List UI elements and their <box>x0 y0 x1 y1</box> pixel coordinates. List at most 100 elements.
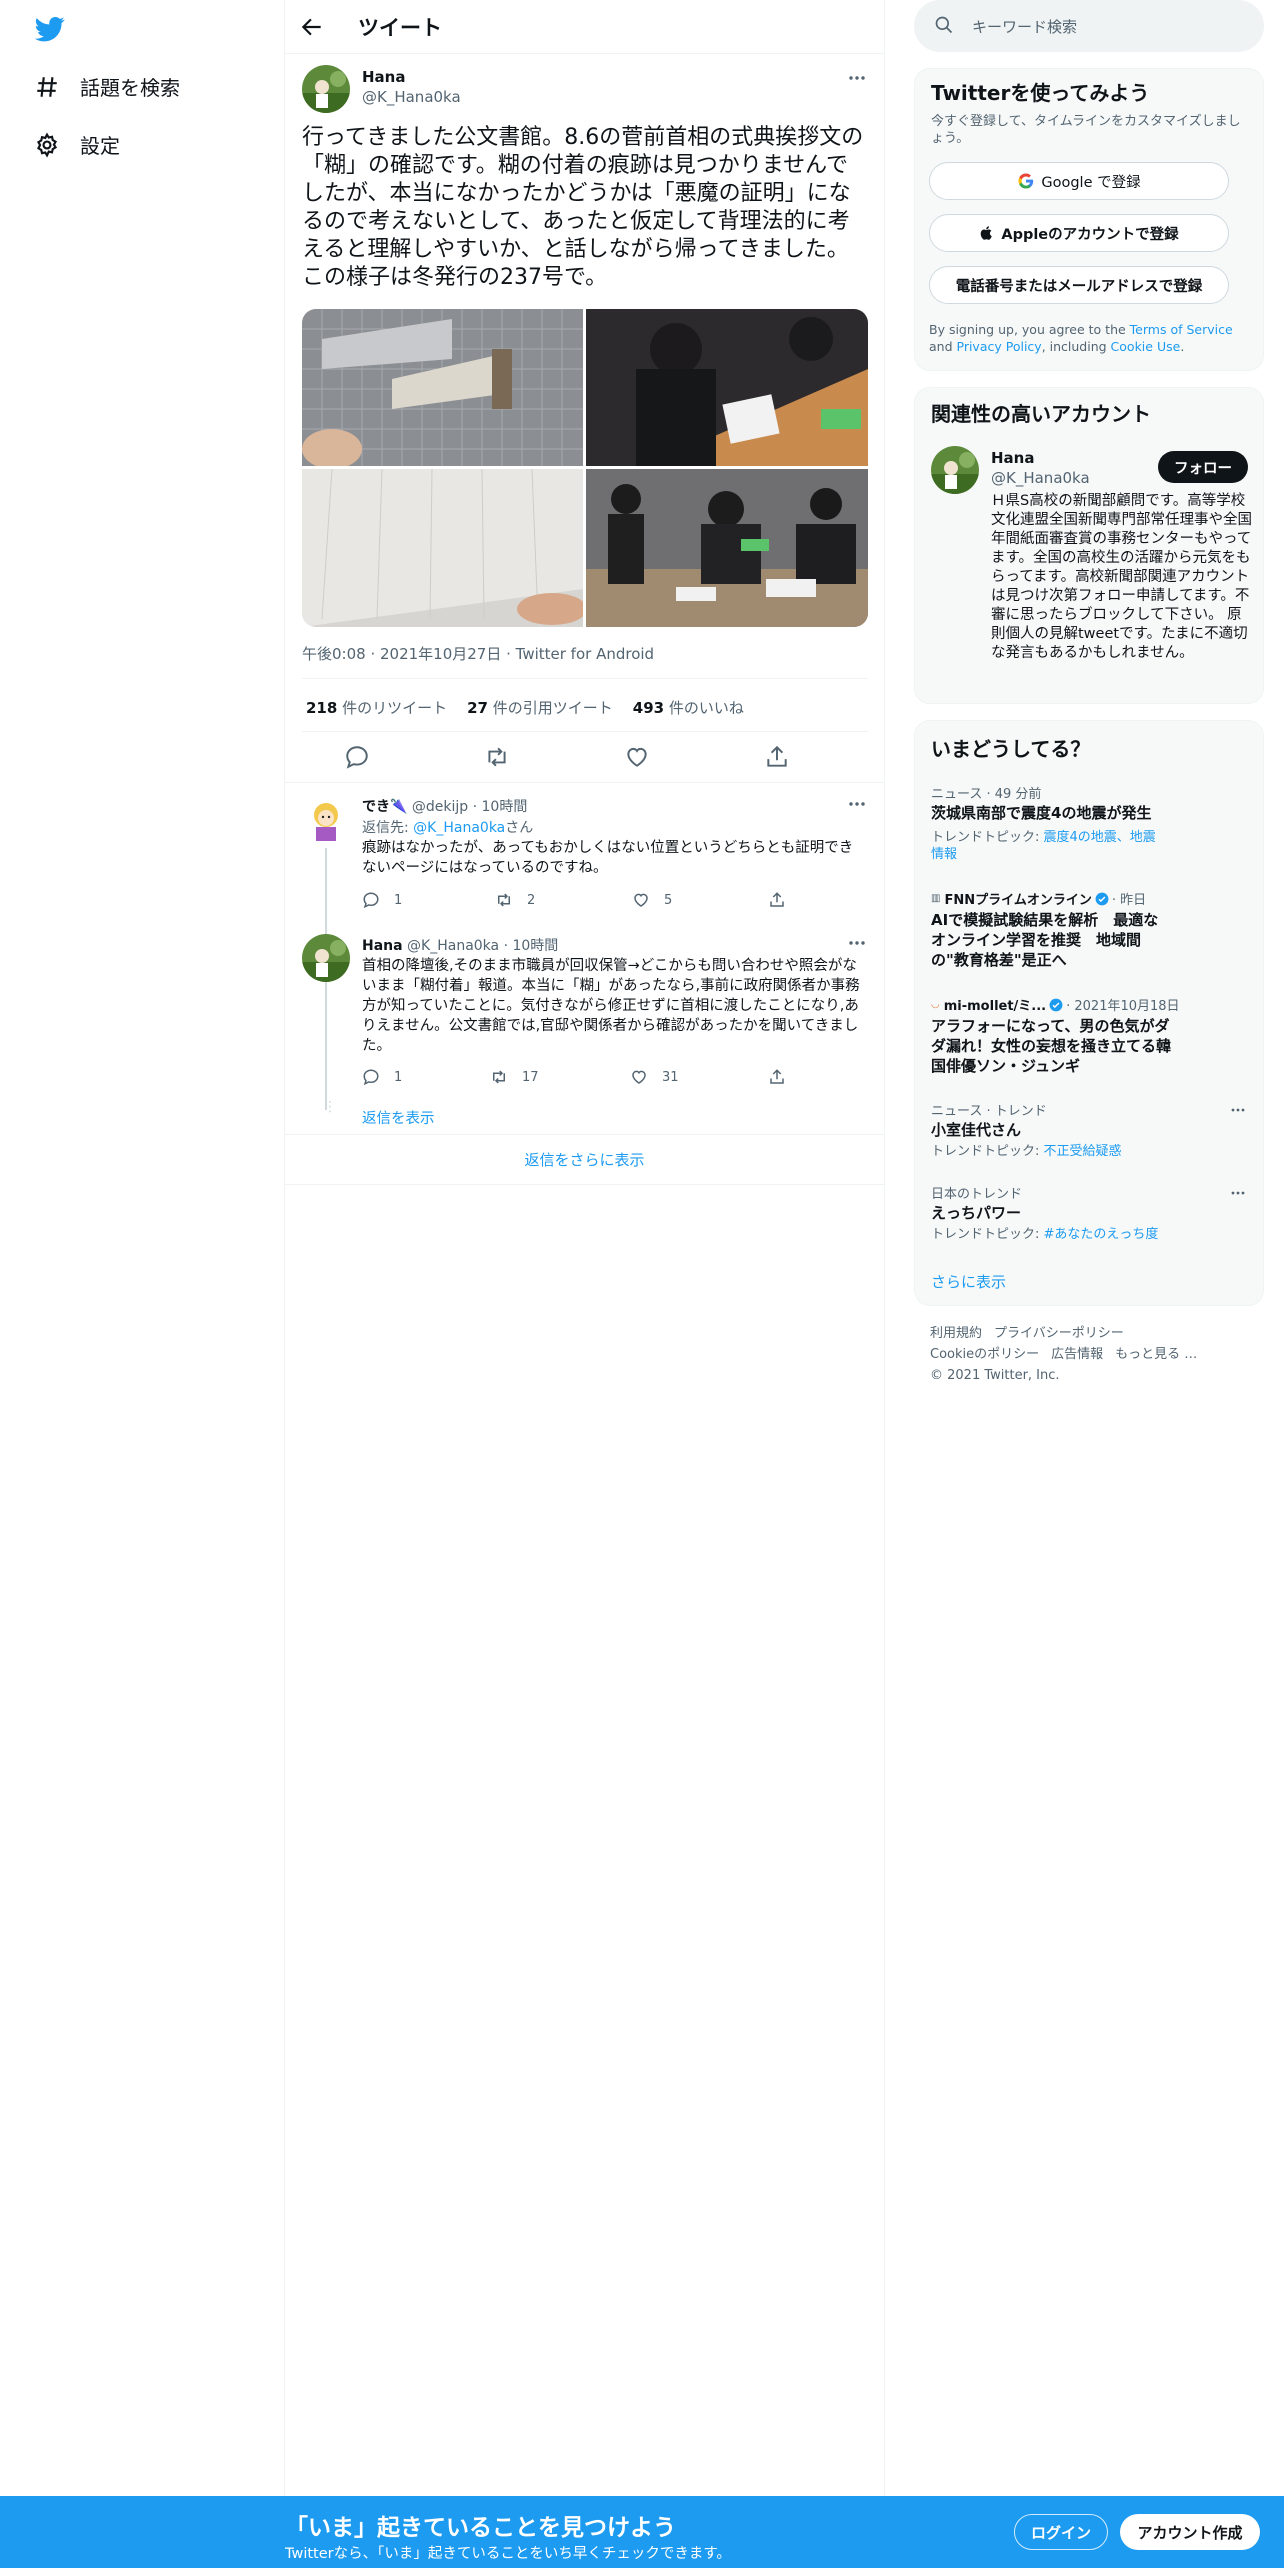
retweet-button[interactable]: 17 <box>490 1068 539 1086</box>
divider <box>302 731 868 732</box>
tweet-media-grid <box>302 309 868 627</box>
reply-button[interactable]: 1 <box>362 1068 402 1086</box>
follow-button[interactable]: フォロー <box>1158 451 1248 483</box>
reply-author-name[interactable]: でき🌂 <box>362 799 407 815</box>
footer-link-ads[interactable]: 広告情報 <box>1051 1347 1103 1362</box>
reply-time[interactable]: · 10時間 <box>504 938 559 954</box>
footer-link-cookie[interactable]: Cookieのポリシー <box>930 1347 1039 1362</box>
reply-author-name[interactable]: Hana <box>362 938 403 954</box>
terms-of-service-link[interactable]: Terms of Service <box>1130 322 1233 337</box>
divider <box>285 782 884 783</box>
login-button[interactable]: ログイン <box>1014 2514 1108 2550</box>
apple-signup-button[interactable]: Appleのアカウントで登録 <box>929 214 1229 252</box>
create-account-button[interactable]: アカウント作成 <box>1120 2514 1260 2550</box>
divider <box>285 1134 884 1135</box>
signup-terms: By signing up, you agree to the Terms of… <box>929 322 1233 354</box>
more-options-icon[interactable] <box>1228 1100 1248 1120</box>
privacy-policy-link[interactable]: Privacy Policy <box>957 339 1042 354</box>
google-icon <box>1018 173 1034 189</box>
left-navigation: 話題を検索 設定 <box>0 0 285 2568</box>
tweet-photo-2[interactable] <box>586 309 868 466</box>
reply-to-handle[interactable]: @K_Hana0ka <box>413 820 505 836</box>
divider <box>302 678 868 679</box>
more-options-icon[interactable] <box>845 66 869 90</box>
signup-card: Twitterを使ってみよう 今すぐ登録して、タイムラインをカスタマイズしましょ… <box>914 68 1264 371</box>
photo-students-reading <box>586 309 868 466</box>
nav-settings-label: 設定 <box>80 134 120 158</box>
like-button[interactable]: 5 <box>632 891 672 909</box>
reply-avatar[interactable] <box>302 934 350 982</box>
show-replies-link[interactable]: 返信を表示 <box>362 1107 435 1128</box>
nav-explore[interactable]: 話題を検索 <box>34 72 180 101</box>
twitter-logo-icon[interactable] <box>32 14 68 44</box>
back-arrow-icon[interactable] <box>299 14 325 40</box>
nav-settings[interactable]: 設定 <box>34 130 120 159</box>
retweet-button[interactable]: 2 <box>495 891 535 909</box>
avatar-image <box>931 446 979 494</box>
more-options-icon[interactable] <box>845 792 869 816</box>
verified-badge-icon <box>1049 998 1063 1011</box>
related-account-avatar[interactable] <box>931 446 979 494</box>
reply-header: でき🌂 @dekijp · 10時間 <box>362 796 527 816</box>
cookie-use-link[interactable]: Cookie Use <box>1111 339 1181 354</box>
more-options-icon[interactable] <box>1228 1183 1248 1203</box>
reply-text: 首相の降壇後,そのまま市職員が回収保管→どこからも問い合わせや照会がないまま「糊… <box>362 958 860 1054</box>
show-more-trends-link[interactable]: さらに表示 <box>931 1271 1006 1292</box>
reply-icon[interactable] <box>344 744 370 770</box>
google-signup-button[interactable]: Google で登録 <box>929 162 1229 200</box>
show-more-replies-button[interactable]: 返信をさらに表示 <box>285 1149 884 1170</box>
reply-author-handle[interactable]: @dekijp <box>412 799 468 815</box>
reply-author-handle[interactable]: @K_Hana0ka <box>407 938 499 954</box>
footer-link-more[interactable]: もっと見る … <box>1115 1347 1197 1362</box>
tweet-photo-3[interactable] <box>302 469 583 627</box>
tweet-photo-1[interactable] <box>302 309 583 466</box>
related-account-name[interactable]: Hana <box>991 449 1034 467</box>
banner-subtitle: Twitterなら、「いま」起きていることをいち早くチェックできます。 <box>285 2546 731 2562</box>
tweet-author-name[interactable]: Hana <box>362 68 405 86</box>
hashtag-icon <box>37 76 57 97</box>
reply-text: 痕跡はなかったが、あってもおかしくはない位置というどちらとも証明できないページに… <box>362 840 854 876</box>
related-title: 関連性の高いアカウント <box>931 402 1151 426</box>
like-icon[interactable] <box>624 744 650 770</box>
photo-building-sign <box>302 309 583 466</box>
quote-count[interactable]: 27 件の引用ツイート <box>467 697 613 718</box>
tweet-photo-4[interactable] <box>586 469 868 627</box>
retweet-count[interactable]: 218 件のリツイート <box>306 697 447 718</box>
like-button[interactable]: 31 <box>630 1068 679 1086</box>
footer-link-privacy[interactable]: プライバシーポリシー <box>994 1326 1124 1341</box>
trend-topic-link[interactable]: #あなたのえっち度 <box>1044 1227 1159 1242</box>
search-bar <box>914 0 1264 54</box>
tweet-author-avatar[interactable] <box>302 65 350 113</box>
reply-avatar[interactable] <box>302 795 350 843</box>
share-icon[interactable] <box>768 1068 786 1086</box>
related-account-bio: Ｈ県S高校の新聞部顧問です。高等学校文化連盟全国新聞専門部常任理事や全国年間紙面… <box>991 493 1252 661</box>
tweet-timestamp[interactable]: 午後0:08 · 2021年10月27日 · Twitter for Andro… <box>302 643 654 664</box>
reply-icon <box>363 892 379 909</box>
related-account-handle[interactable]: @K_Hana0ka <box>991 469 1090 487</box>
search-icon <box>935 16 953 34</box>
trends-title: いまどうしてる？ <box>931 737 1091 761</box>
tweet-action-bar <box>302 742 868 772</box>
avatar-image <box>302 65 350 113</box>
main-column: ツイート Hana @K_Hana0ka 行ってきました公文書館。8.6の菅前首… <box>285 0 885 2568</box>
related-accounts-card: 関連性の高いアカウント Hana @K_Hana0ka フォロー Ｈ県S高校の新… <box>914 387 1264 704</box>
reply-button[interactable]: 1 <box>362 891 402 909</box>
more-options-icon[interactable] <box>845 931 869 955</box>
bottom-signup-banner: 「いま」起きていることを見つけよう Twitterなら、「いま」起きていることを… <box>0 2496 1284 2568</box>
search-input[interactable] <box>970 0 1254 54</box>
trend-topic-link[interactable]: 不正受給疑惑 <box>1044 1144 1122 1159</box>
share-icon[interactable] <box>768 891 786 909</box>
phone-email-signup-button[interactable]: 電話番号またはメールアドレスで登録 <box>929 266 1229 304</box>
reply-icon <box>363 1069 379 1086</box>
reply-header: Hana @K_Hana0ka · 10時間 <box>362 935 558 955</box>
trends-card: いまどうしてる？ ニュース · 49 分前 茨城県南部で震度4の地震が発生 トレ… <box>914 720 1264 1306</box>
footer-link-terms[interactable]: 利用規約 <box>930 1326 982 1341</box>
share-icon[interactable] <box>764 744 790 770</box>
page-title: ツイート <box>358 16 442 40</box>
reply-time[interactable]: · 10時間 <box>473 799 528 815</box>
retweet-icon[interactable] <box>484 744 510 770</box>
like-icon <box>632 1070 646 1084</box>
like-count[interactable]: 493 件のいいね <box>633 697 744 718</box>
gear-icon <box>36 132 58 158</box>
tweet-author-handle[interactable]: @K_Hana0ka <box>362 88 461 106</box>
